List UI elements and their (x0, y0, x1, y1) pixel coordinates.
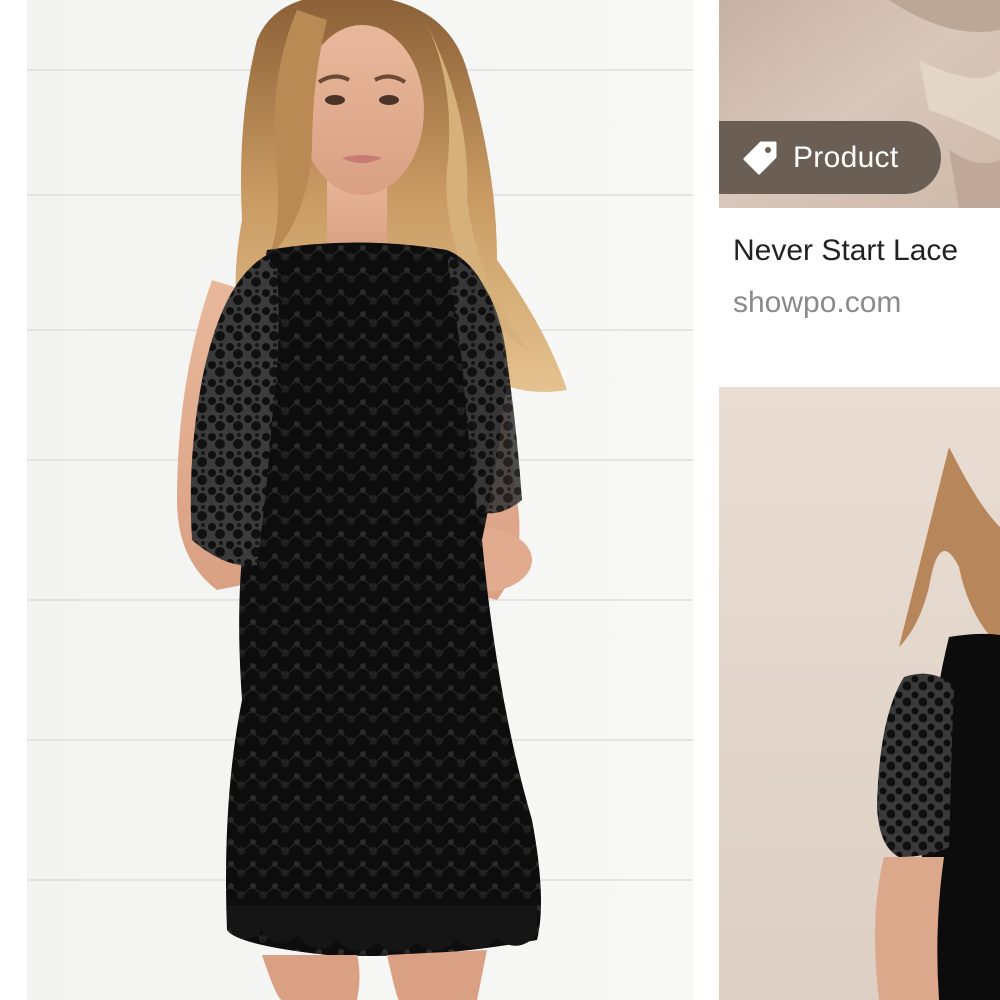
result-image-secondary[interactable] (719, 387, 1000, 1000)
tag-icon (741, 139, 779, 177)
secondary-dress-photo (719, 387, 1000, 1000)
result-image-main[interactable] (27, 0, 693, 1000)
dress-photo (27, 0, 693, 1000)
product-badge: Product (719, 121, 941, 194)
image-results-page: Product Never Start Lace showpo.com (0, 0, 1000, 1000)
product-title[interactable]: Never Start Lace (733, 234, 958, 268)
product-source[interactable]: showpo.com (733, 286, 901, 320)
result-card-product[interactable]: Product Never Start Lace showpo.com (719, 0, 1000, 340)
badge-label: Product (793, 140, 899, 174)
